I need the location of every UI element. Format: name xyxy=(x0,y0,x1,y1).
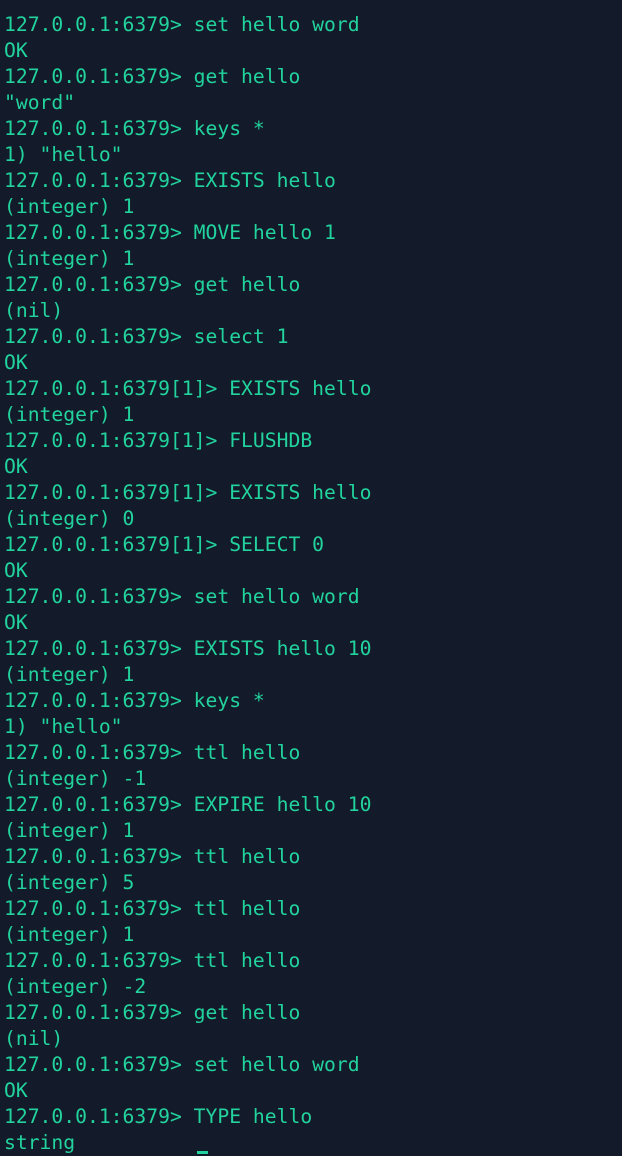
terminal-line: OK xyxy=(4,351,28,374)
terminal-line: 127.0.0.1:6379> get hello xyxy=(4,1001,301,1024)
terminal-line: 127.0.0.1:6379[1]> SELECT 0 xyxy=(4,533,325,556)
terminal-line: string xyxy=(4,1131,76,1154)
terminal-line: (integer) 1 xyxy=(4,923,135,946)
terminal-line: 127.0.0.1:6379> EXPIRE hello 10 xyxy=(4,793,372,816)
terminal-line: 127.0.0.1:6379[1]> EXISTS hello xyxy=(4,377,372,400)
terminal-line: (integer) 1 xyxy=(4,247,135,270)
terminal-line: "word" xyxy=(4,91,76,114)
terminal-line: 127.0.0.1:6379> keys * xyxy=(4,117,265,140)
terminal-line: (integer) 0 xyxy=(4,507,135,530)
terminal-line: 127.0.0.1:6379> set hello word xyxy=(4,585,360,608)
terminal-line: (integer) 1 xyxy=(4,663,135,686)
terminal-line: 1) "hello" xyxy=(4,715,123,738)
terminal-line: 127.0.0.1:6379[1]> EXISTS hello xyxy=(4,481,372,504)
terminal-line: 127.0.0.1:6379> EXISTS hello 10 xyxy=(4,637,372,660)
terminal-line: 127.0.0.1:6379> ttl hello xyxy=(4,897,301,920)
terminal-line: 127.0.0.1:6379> set hello word xyxy=(4,1053,360,1076)
terminal-line-cut xyxy=(4,0,622,12)
terminal-line: (integer) 1 xyxy=(4,403,135,426)
terminal-line: OK xyxy=(4,1079,28,1102)
terminal-line: OK xyxy=(4,39,28,62)
terminal-line: 127.0.0.1:6379> select 1 xyxy=(4,325,289,348)
terminal-line: (integer) -2 xyxy=(4,975,147,998)
terminal-line: (integer) 1 xyxy=(4,819,135,842)
terminal-line: OK xyxy=(4,455,28,478)
terminal-line: (integer) 1 xyxy=(4,195,135,218)
terminal-line: 127.0.0.1:6379> MOVE hello 1 xyxy=(4,221,336,244)
terminal-line: OK xyxy=(4,559,28,582)
terminal-line: 127.0.0.1:6379> EXISTS hello xyxy=(4,169,336,192)
terminal-line: 127.0.0.1:6379> keys * xyxy=(4,689,265,712)
terminal-line: 127.0.0.1:6379> ttl hello xyxy=(4,741,301,764)
terminal-line: 127.0.0.1:6379> ttl hello xyxy=(4,949,301,972)
terminal-line: OK xyxy=(4,611,28,634)
terminal-line: 1) "hello" xyxy=(4,143,123,166)
terminal-line: 127.0.0.1:6379[1]> FLUSHDB xyxy=(4,429,313,452)
terminal-line: (integer) -1 xyxy=(4,767,147,790)
terminal-line: 127.0.0.1:6379> TYPE hello xyxy=(4,1105,313,1128)
terminal-line: 127.0.0.1:6379> ttl hello xyxy=(4,845,301,868)
terminal-line: (nil) xyxy=(4,299,64,322)
terminal-output[interactable]: 127.0.0.1:6379> set hello word OK 127.0.… xyxy=(4,0,622,1154)
terminal-line: (nil) xyxy=(4,1027,64,1050)
terminal-line: 127.0.0.1:6379> get hello xyxy=(4,65,301,88)
terminal-line: (integer) 5 xyxy=(4,871,135,894)
terminal-line: 127.0.0.1:6379> set hello word xyxy=(4,13,360,36)
terminal-line: 127.0.0.1:6379> get hello xyxy=(4,273,301,296)
